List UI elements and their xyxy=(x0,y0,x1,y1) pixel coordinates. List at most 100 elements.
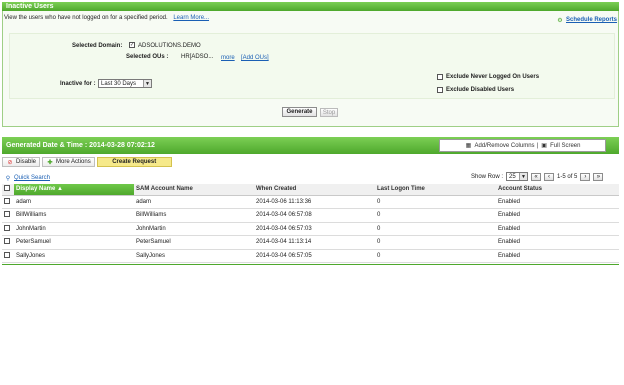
create-request-button[interactable]: Create Request xyxy=(96,157,172,167)
create-request-label: Create Request xyxy=(112,159,157,165)
next-page-button[interactable]: › xyxy=(580,172,591,181)
select-all-checkbox[interactable] xyxy=(4,185,10,192)
cell-account-status: Enabled xyxy=(496,249,619,263)
cell-account-status: Enabled xyxy=(496,235,619,250)
row-select-cell xyxy=(2,208,14,223)
cell-sam-account: JohnMartin xyxy=(134,222,254,236)
more-actions-label: More Actions xyxy=(56,159,91,165)
row-checkbox[interactable] xyxy=(4,211,10,218)
description-row: View the users who have not logged on fo… xyxy=(4,15,209,21)
description-text: View the users who have not logged on fo… xyxy=(4,15,168,21)
row-select-cell xyxy=(2,249,14,263)
cell-sam-account: adam xyxy=(134,195,254,209)
table-row[interactable]: BillWilliams BillWilliams 2014-03-04 06:… xyxy=(2,208,619,223)
schedule-reports-link-wrap[interactable]: ⚙ Schedule Reports xyxy=(556,16,617,24)
page-range: 1-5 of 5 xyxy=(557,173,578,180)
cell-when-created: 2014-03-04 11:13:14 xyxy=(254,235,375,250)
ous-label: Selected OUs : xyxy=(126,54,169,60)
domain-checkbox[interactable]: ✓ xyxy=(129,42,135,48)
quick-search-row[interactable]: ⚲ Quick Search xyxy=(4,174,50,182)
pagination-bar: Show Row : 25 ▼ « ‹ 1-5 of 5 › » xyxy=(471,172,604,181)
full-screen-icon: ▣ xyxy=(541,143,547,149)
row-select-cell xyxy=(2,195,14,209)
inactive-period-value: Last 30 Days xyxy=(101,80,137,87)
cell-sam-account: PeterSamuel xyxy=(134,235,254,250)
generate-button[interactable]: Generate xyxy=(282,107,317,117)
cell-when-created: 2014-03-04 06:57:08 xyxy=(254,208,375,223)
quick-search-link[interactable]: Quick Search xyxy=(14,175,50,181)
row-checkbox[interactable] xyxy=(4,197,10,204)
cell-when-created: 2014-03-04 06:57:05 xyxy=(254,249,375,263)
column-header-last-logon[interactable]: Last Logon Time xyxy=(375,184,496,196)
exclude-disabled-checkbox[interactable] xyxy=(437,87,443,93)
results-table: Display Name ▲ SAM Account Name When Cre… xyxy=(2,184,619,263)
column-header-display-name[interactable]: Display Name ▲ xyxy=(14,184,134,196)
row-checkbox[interactable] xyxy=(4,238,10,245)
add-remove-columns-button[interactable]: Add/Remove Columns xyxy=(475,143,535,149)
show-row-label: Show Row : xyxy=(471,173,504,180)
generated-datetime: Generated Date & Time : 2014-03-28 07:02… xyxy=(6,142,155,149)
full-screen-button[interactable]: Full Screen xyxy=(550,143,580,149)
cell-last-logon: 0 xyxy=(375,195,496,209)
row-checkbox[interactable] xyxy=(4,251,10,258)
last-page-button[interactable]: » xyxy=(593,172,604,181)
add-ous-link[interactable]: [Add OUs] xyxy=(241,55,269,61)
cell-display-name: SallyJones xyxy=(14,249,134,263)
stop-button[interactable]: Stop xyxy=(320,108,338,117)
toolbar-separator: | xyxy=(536,142,539,149)
cell-display-name: JohnMartin xyxy=(14,222,134,236)
ous-value: HR[ADSO... xyxy=(181,54,214,60)
table-row[interactable]: PeterSamuel PeterSamuel 2014-03-04 11:13… xyxy=(2,235,619,250)
row-select-cell xyxy=(2,235,14,250)
cell-last-logon: 0 xyxy=(375,249,496,263)
column-label: Display Name xyxy=(16,186,56,193)
cell-account-status: Enabled xyxy=(496,195,619,209)
panel-header: Inactive Users xyxy=(2,2,619,11)
column-header-sam-account[interactable]: SAM Account Name xyxy=(134,184,254,196)
rows-per-page-value: 25 xyxy=(509,173,516,180)
more-ous-link[interactable]: more xyxy=(221,55,235,61)
disable-button[interactable]: ⊘ Disable xyxy=(2,157,41,167)
exclude-disabled-option[interactable]: Exclude Disabled Users xyxy=(437,87,514,93)
page-title: Inactive Users xyxy=(6,3,54,10)
column-tools: ▦ Add/Remove Columns | ▣ Full Screen xyxy=(439,139,606,152)
next-page-icon: › xyxy=(584,173,587,180)
column-header-account-status[interactable]: Account Status xyxy=(496,184,619,196)
disable-icon: ⊘ xyxy=(7,159,13,166)
cell-last-logon: 0 xyxy=(375,235,496,250)
cell-sam-account: SallyJones xyxy=(134,249,254,263)
select-all-cell xyxy=(2,184,14,196)
domain-label: Selected Domain: xyxy=(72,43,123,49)
exclude-never-checkbox[interactable] xyxy=(437,74,443,80)
exclude-disabled-label: Exclude Disabled Users xyxy=(446,87,515,93)
row-checkbox[interactable] xyxy=(4,224,10,231)
table-header-row: Display Name ▲ SAM Account Name When Cre… xyxy=(2,184,619,196)
exclude-never-option[interactable]: Exclude Never Logged On Users xyxy=(437,74,539,80)
domain-value: ADSOLUTIONS.DEMO xyxy=(138,43,201,49)
table-row[interactable]: SallyJones SallyJones 2014-03-04 06:57:0… xyxy=(2,249,619,263)
schedule-reports-link[interactable]: Schedule Reports xyxy=(566,17,617,23)
results-table-wrap: Display Name ▲ SAM Account Name When Cre… xyxy=(2,184,619,263)
cell-display-name: BillWilliams xyxy=(14,208,134,223)
table-row[interactable]: adam adam 2014-03-06 11:13:36 0 Enabled xyxy=(2,195,619,209)
cell-display-name: adam xyxy=(14,195,134,209)
first-page-button[interactable]: « xyxy=(531,172,542,181)
table-row[interactable]: JohnMartin JohnMartin 2014-03-04 06:57:0… xyxy=(2,222,619,236)
learn-more-link[interactable]: Learn More... xyxy=(173,15,209,21)
more-actions-button[interactable]: ✚ More Actions xyxy=(42,157,95,167)
chevron-down-icon: ▼ xyxy=(143,80,151,87)
rows-per-page-select[interactable]: 25 ▼ xyxy=(506,172,529,181)
cell-account-status: Enabled xyxy=(496,222,619,236)
cell-sam-account: BillWilliams xyxy=(134,208,254,223)
chevron-down-icon: ▼ xyxy=(519,173,528,180)
plus-icon: ✚ xyxy=(47,159,53,166)
last-page-icon: » xyxy=(596,173,601,180)
inactive-period-select[interactable]: Last 30 Days ▼ xyxy=(98,79,152,88)
row-select-cell xyxy=(2,222,14,236)
column-header-when-created[interactable]: When Created xyxy=(254,184,375,196)
prev-page-button[interactable]: ‹ xyxy=(544,172,555,181)
columns-icon: ▦ xyxy=(465,143,472,149)
sort-asc-icon: ▲ xyxy=(57,186,63,193)
first-page-icon: « xyxy=(534,173,538,180)
table-bottom-rule xyxy=(2,264,619,265)
